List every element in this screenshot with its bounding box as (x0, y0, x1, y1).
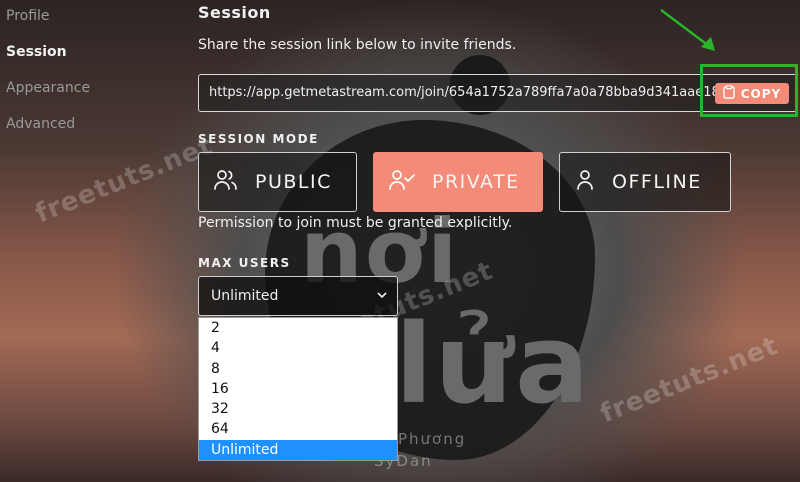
max-users-label: MAX USERS (198, 256, 291, 270)
session-link-text[interactable]: https://app.getmetastream.com/join/654a1… (209, 85, 715, 100)
max-users-option[interactable]: 16 (199, 379, 397, 399)
artwork-credit: Phương (398, 430, 467, 448)
users-icon (213, 168, 239, 197)
copy-highlight-box (700, 64, 798, 117)
session-mode-private-label: PRIVATE (432, 171, 520, 193)
session-mode-public-label: PUBLIC (255, 171, 332, 193)
page-title: Session (198, 3, 271, 22)
user-icon (574, 168, 596, 197)
green-arrow-icon (655, 5, 725, 61)
session-mode-offline-label: OFFLINE (612, 171, 702, 193)
session-mode-label: SESSION MODE (198, 132, 319, 146)
session-mode-offline-button[interactable]: OFFLINE (559, 152, 731, 212)
chevron-down-icon (377, 288, 387, 302)
sidebar-item-appearance[interactable]: Appearance (6, 80, 90, 100)
max-users-dropdown: 2 4 8 16 32 64 Unlimited (198, 317, 398, 462)
session-mode-private-button[interactable]: PRIVATE (373, 152, 543, 212)
background-artwork: nơi lửa Phương SyDan freetuts.net freetu… (0, 0, 800, 482)
max-users-option-selected[interactable]: Unlimited (199, 439, 397, 461)
user-check-icon (388, 168, 416, 197)
session-mode-help-text: Permission to join must be granted expli… (198, 215, 513, 231)
max-users-option[interactable]: 8 (199, 359, 397, 379)
max-users-option[interactable]: 2 (199, 318, 397, 338)
max-users-option[interactable]: 64 (199, 419, 397, 439)
max-users-select[interactable]: Unlimited (198, 276, 398, 316)
sidebar-item-profile[interactable]: Profile (6, 8, 90, 28)
max-users-option[interactable]: 32 (199, 399, 397, 419)
watermark: freetuts.net (596, 330, 783, 430)
settings-sidebar: Profile Session Appearance Advanced (6, 8, 90, 152)
max-users-option[interactable]: 4 (199, 338, 397, 358)
session-mode-public-button[interactable]: PUBLIC (198, 152, 357, 212)
max-users-selected-value: Unlimited (211, 288, 279, 304)
sidebar-item-session[interactable]: Session (6, 44, 90, 64)
sidebar-item-advanced[interactable]: Advanced (6, 116, 90, 136)
session-description: Share the session link below to invite f… (198, 37, 517, 53)
artwork-text: lửa (395, 300, 592, 428)
